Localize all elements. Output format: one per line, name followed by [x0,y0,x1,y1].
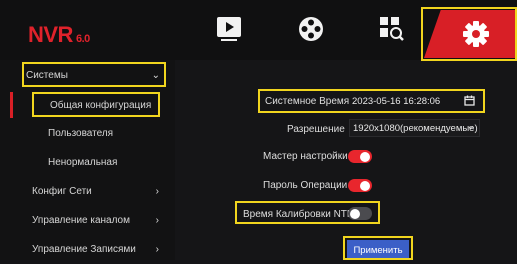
logo-name: NVR [28,22,73,47]
active-indicator [10,92,13,118]
play-icon[interactable] [212,14,246,44]
wizard-label: Мастер настройки [263,151,348,162]
sidebar-item-general[interactable]: Общая конфигурация [0,90,175,120]
sidebar-item-label: Ненормальная [48,156,118,168]
chevron-right-icon: › [155,185,159,197]
wizard-toggle[interactable] [348,150,372,163]
sidebar-group-channel[interactable]: Управление каналом › [0,205,175,235]
sidebar-item-abnormal[interactable]: Ненормальная [0,147,175,177]
sidebar-group-label: Управление каналом [32,214,130,226]
password-toggle[interactable] [348,179,372,192]
settings-tab[interactable] [424,10,517,58]
chevron-down-icon: ⌄ [466,121,475,132]
sidebar-group-label: Конфиг Сети [32,185,92,197]
sidebar-item-label: Общая конфигурация [50,99,152,111]
sidebar-group-label: Управление Записями [32,243,136,255]
reel-icon[interactable] [294,14,328,44]
system-time-label: Системное Время [265,96,350,107]
top-navigation-bar: NVR 6.0 [0,0,517,60]
password-label: Пароль Операции [263,180,348,191]
system-time-value: 2023-05-16 16:28:06 [352,95,441,107]
calendar-icon[interactable] [464,95,475,106]
sidebar-item-users[interactable]: Пользователя [0,118,175,148]
sidebar: Системы ⌄ Общая конфигурация Пользовател… [0,60,175,260]
sidebar-section-systems[interactable]: Системы ⌄ [0,60,175,90]
ntp-label: Время Калибровки NTP [243,209,354,220]
sidebar-section-label: Системы [26,69,68,81]
logo-version: 6.0 [75,33,90,45]
ntp-toggle[interactable] [348,207,372,220]
search-list-icon[interactable] [374,14,408,44]
sidebar-group-network[interactable]: Конфиг Сети › [0,176,175,206]
sidebar-item-label: Пользователя [48,127,114,139]
resolution-value: 1920x1080(рекомендуемые) [353,122,478,134]
nvr-logo: NVR 6.0 [28,22,90,48]
system-time-field[interactable]: 2023-05-16 16:28:06 [352,94,477,108]
resolution-select[interactable]: 1920x1080(рекомендуемые) ⌄ [349,119,480,137]
chevron-right-icon: › [155,243,159,255]
resolution-label: Разрешение [287,124,345,135]
gear-icon [463,21,489,47]
chevron-down-icon: ⌄ [151,69,160,81]
chevron-right-icon: › [155,214,159,226]
apply-button[interactable]: Применить [347,240,409,260]
